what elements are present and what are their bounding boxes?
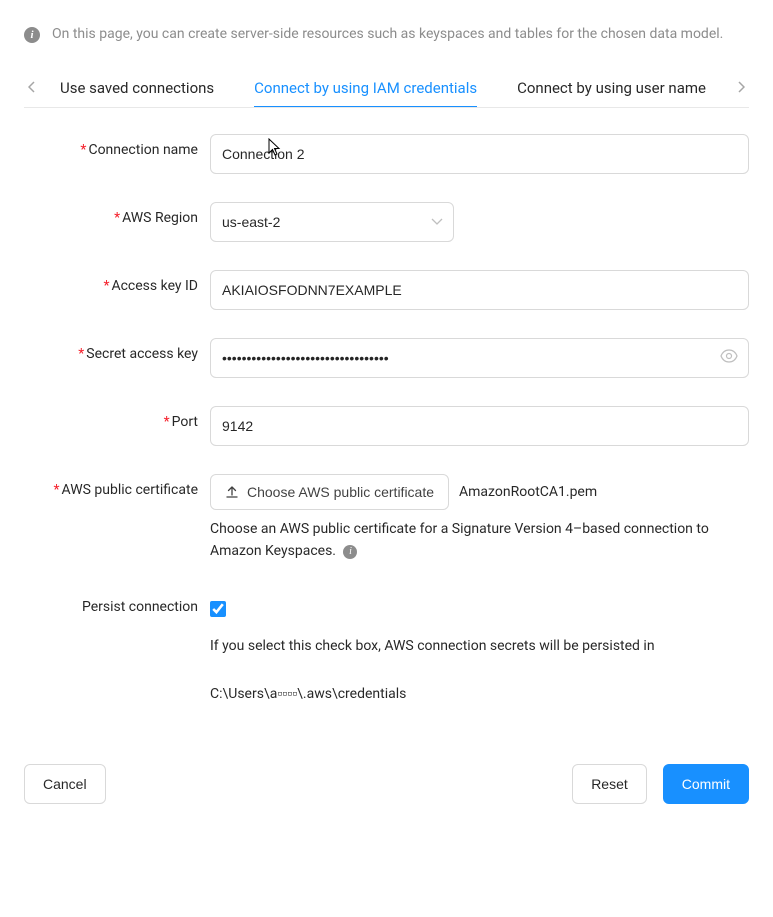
choose-certificate-label: Choose AWS public certificate: [247, 484, 434, 500]
persist-connection-checkbox[interactable]: [210, 601, 226, 617]
row-secret-access-key: *Secret access key: [24, 338, 749, 378]
choose-certificate-button[interactable]: Choose AWS public certificate: [210, 474, 449, 510]
info-text: On this page, you can create server-side…: [52, 24, 723, 45]
label-connection-name: *Connection name: [24, 134, 210, 158]
eye-icon[interactable]: [720, 349, 738, 367]
secret-access-key-input[interactable]: [210, 338, 749, 378]
port-input[interactable]: [210, 406, 749, 446]
row-aws-region: *AWS Region us-east-2: [24, 202, 749, 242]
aws-region-select[interactable]: us-east-2: [210, 202, 454, 242]
persist-path-text: C:\Users\a▫▫▫▫\.aws\credentials: [210, 685, 749, 702]
tab-scroll-left[interactable]: [24, 81, 40, 96]
certificate-filename: AmazonRootCA1.pem: [459, 484, 597, 500]
row-access-key-id: *Access key ID: [24, 270, 749, 310]
label-aws-public-certificate: *AWS public certificate: [24, 474, 210, 498]
row-connection-name: *Connection name: [24, 134, 749, 174]
commit-button[interactable]: Commit: [663, 764, 749, 804]
info-icon: i: [24, 27, 40, 43]
row-port: *Port: [24, 406, 749, 446]
label-persist-connection: Persist connection: [24, 591, 210, 615]
persist-help-text: If you select this check box, AWS connec…: [210, 635, 749, 657]
tab-connect-username[interactable]: Connect by using user name: [517, 69, 706, 107]
footer: Cancel Reset Commit: [24, 764, 749, 804]
access-key-id-input[interactable]: [210, 270, 749, 310]
label-secret-access-key: *Secret access key: [24, 338, 210, 362]
reset-button[interactable]: Reset: [572, 764, 647, 804]
label-port: *Port: [24, 406, 210, 430]
label-aws-region: *AWS Region: [24, 202, 210, 226]
tab-bar: Use saved connections Connect by using I…: [24, 69, 749, 108]
cancel-button[interactable]: Cancel: [24, 764, 106, 804]
tab-scroll-right[interactable]: [733, 81, 749, 96]
label-access-key-id: *Access key ID: [24, 270, 210, 294]
upload-icon: [225, 485, 239, 499]
tab-use-saved-connections[interactable]: Use saved connections: [60, 69, 214, 107]
connection-name-input[interactable]: [210, 134, 749, 174]
info-icon[interactable]: i: [343, 545, 357, 559]
tab-connect-iam-credentials[interactable]: Connect by using IAM credentials: [254, 69, 477, 107]
info-banner: i On this page, you can create server-si…: [24, 24, 749, 45]
row-aws-public-certificate: *AWS public certificate Choose AWS publi…: [24, 474, 749, 563]
row-persist-connection: Persist connection If you select this ch…: [24, 591, 749, 702]
certificate-help-text: Choose an AWS public certificate for a S…: [210, 518, 749, 563]
